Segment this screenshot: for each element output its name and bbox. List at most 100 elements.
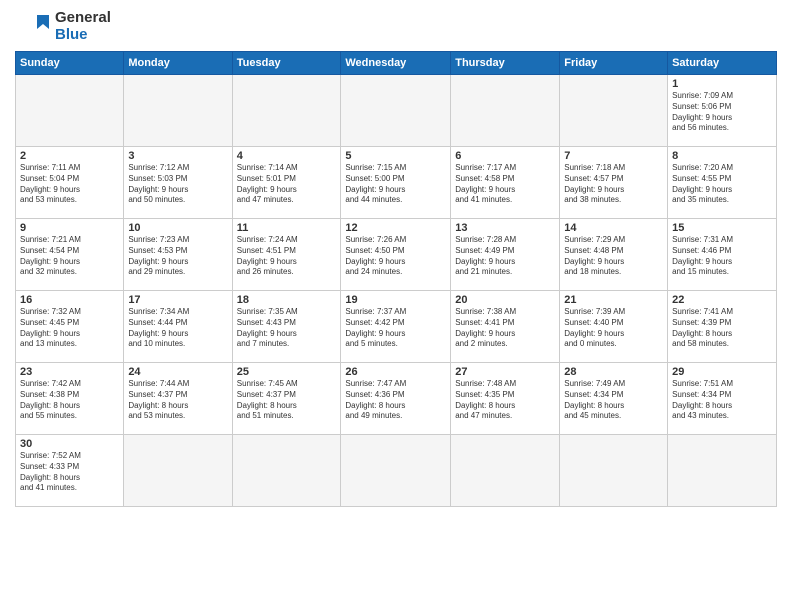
day-number: 27: [455, 366, 555, 378]
day-number: 5: [345, 150, 446, 162]
day-number: 26: [345, 366, 446, 378]
calendar-cell: 3Sunrise: 7:12 AM Sunset: 5:03 PM Daylig…: [124, 147, 232, 219]
day-info: Sunrise: 7:35 AM Sunset: 4:43 PM Dayligh…: [237, 307, 337, 350]
calendar-cell: 8Sunrise: 7:20 AM Sunset: 4:55 PM Daylig…: [668, 147, 777, 219]
calendar-cell: 30Sunrise: 7:52 AM Sunset: 4:33 PM Dayli…: [16, 435, 124, 507]
day-number: 25: [237, 366, 337, 378]
calendar-cell: 2Sunrise: 7:11 AM Sunset: 5:04 PM Daylig…: [16, 147, 124, 219]
day-info: Sunrise: 7:20 AM Sunset: 4:55 PM Dayligh…: [672, 163, 772, 206]
day-number: 19: [345, 294, 446, 306]
day-info: Sunrise: 7:23 AM Sunset: 4:53 PM Dayligh…: [128, 235, 227, 278]
day-info: Sunrise: 7:28 AM Sunset: 4:49 PM Dayligh…: [455, 235, 555, 278]
day-info: Sunrise: 7:21 AM Sunset: 4:54 PM Dayligh…: [20, 235, 119, 278]
day-number: 28: [564, 366, 663, 378]
calendar-cell: 12Sunrise: 7:26 AM Sunset: 4:50 PM Dayli…: [341, 219, 451, 291]
weekday-header-tuesday: Tuesday: [232, 52, 341, 75]
day-info: Sunrise: 7:29 AM Sunset: 4:48 PM Dayligh…: [564, 235, 663, 278]
calendar-cell: 18Sunrise: 7:35 AM Sunset: 4:43 PM Dayli…: [232, 291, 341, 363]
weekday-header-friday: Friday: [560, 52, 668, 75]
calendar-cell: [560, 75, 668, 147]
calendar-cell: 10Sunrise: 7:23 AM Sunset: 4:53 PM Dayli…: [124, 219, 232, 291]
day-info: Sunrise: 7:34 AM Sunset: 4:44 PM Dayligh…: [128, 307, 227, 350]
calendar-header-row: SundayMondayTuesdayWednesdayThursdayFrid…: [16, 52, 777, 75]
calendar-cell: 4Sunrise: 7:14 AM Sunset: 5:01 PM Daylig…: [232, 147, 341, 219]
weekday-header-wednesday: Wednesday: [341, 52, 451, 75]
day-info: Sunrise: 7:38 AM Sunset: 4:41 PM Dayligh…: [455, 307, 555, 350]
calendar-cell: [341, 75, 451, 147]
day-number: 11: [237, 222, 337, 234]
day-number: 6: [455, 150, 555, 162]
calendar-cell: 27Sunrise: 7:48 AM Sunset: 4:35 PM Dayli…: [451, 363, 560, 435]
calendar-cell: 13Sunrise: 7:28 AM Sunset: 4:49 PM Dayli…: [451, 219, 560, 291]
calendar-cell: 20Sunrise: 7:38 AM Sunset: 4:41 PM Dayli…: [451, 291, 560, 363]
day-number: 18: [237, 294, 337, 306]
day-info: Sunrise: 7:39 AM Sunset: 4:40 PM Dayligh…: [564, 307, 663, 350]
day-number: 30: [20, 438, 119, 450]
calendar-cell: 15Sunrise: 7:31 AM Sunset: 4:46 PM Dayli…: [668, 219, 777, 291]
calendar-cell: 6Sunrise: 7:17 AM Sunset: 4:58 PM Daylig…: [451, 147, 560, 219]
calendar-week-row: 30Sunrise: 7:52 AM Sunset: 4:33 PM Dayli…: [16, 435, 777, 507]
calendar-cell: 14Sunrise: 7:29 AM Sunset: 4:48 PM Dayli…: [560, 219, 668, 291]
day-info: Sunrise: 7:14 AM Sunset: 5:01 PM Dayligh…: [237, 163, 337, 206]
day-info: Sunrise: 7:51 AM Sunset: 4:34 PM Dayligh…: [672, 379, 772, 422]
day-number: 15: [672, 222, 772, 234]
day-info: Sunrise: 7:48 AM Sunset: 4:35 PM Dayligh…: [455, 379, 555, 422]
calendar-cell: 29Sunrise: 7:51 AM Sunset: 4:34 PM Dayli…: [668, 363, 777, 435]
calendar-cell: [232, 75, 341, 147]
day-number: 14: [564, 222, 663, 234]
calendar-cell: 26Sunrise: 7:47 AM Sunset: 4:36 PM Dayli…: [341, 363, 451, 435]
calendar: SundayMondayTuesdayWednesdayThursdayFrid…: [15, 51, 777, 507]
calendar-cell: 25Sunrise: 7:45 AM Sunset: 4:37 PM Dayli…: [232, 363, 341, 435]
day-info: Sunrise: 7:47 AM Sunset: 4:36 PM Dayligh…: [345, 379, 446, 422]
logo: General Blue: [15, 10, 111, 43]
day-info: Sunrise: 7:41 AM Sunset: 4:39 PM Dayligh…: [672, 307, 772, 350]
day-info: Sunrise: 7:09 AM Sunset: 5:06 PM Dayligh…: [672, 91, 772, 134]
day-info: Sunrise: 7:26 AM Sunset: 4:50 PM Dayligh…: [345, 235, 446, 278]
calendar-cell: 22Sunrise: 7:41 AM Sunset: 4:39 PM Dayli…: [668, 291, 777, 363]
day-number: 23: [20, 366, 119, 378]
day-number: 8: [672, 150, 772, 162]
day-number: 12: [345, 222, 446, 234]
calendar-cell: 16Sunrise: 7:32 AM Sunset: 4:45 PM Dayli…: [16, 291, 124, 363]
calendar-cell: 28Sunrise: 7:49 AM Sunset: 4:34 PM Dayli…: [560, 363, 668, 435]
calendar-cell: 24Sunrise: 7:44 AM Sunset: 4:37 PM Dayli…: [124, 363, 232, 435]
day-info: Sunrise: 7:17 AM Sunset: 4:58 PM Dayligh…: [455, 163, 555, 206]
calendar-cell: [451, 435, 560, 507]
day-info: Sunrise: 7:52 AM Sunset: 4:33 PM Dayligh…: [20, 451, 119, 494]
logo-text: General Blue: [55, 10, 111, 43]
calendar-week-row: 9Sunrise: 7:21 AM Sunset: 4:54 PM Daylig…: [16, 219, 777, 291]
day-info: Sunrise: 7:15 AM Sunset: 5:00 PM Dayligh…: [345, 163, 446, 206]
day-info: Sunrise: 7:11 AM Sunset: 5:04 PM Dayligh…: [20, 163, 119, 206]
day-number: 1: [672, 78, 772, 90]
day-info: Sunrise: 7:37 AM Sunset: 4:42 PM Dayligh…: [345, 307, 446, 350]
calendar-cell: 19Sunrise: 7:37 AM Sunset: 4:42 PM Dayli…: [341, 291, 451, 363]
calendar-cell: 23Sunrise: 7:42 AM Sunset: 4:38 PM Dayli…: [16, 363, 124, 435]
day-info: Sunrise: 7:18 AM Sunset: 4:57 PM Dayligh…: [564, 163, 663, 206]
day-number: 7: [564, 150, 663, 162]
day-number: 10: [128, 222, 227, 234]
calendar-cell: 17Sunrise: 7:34 AM Sunset: 4:44 PM Dayli…: [124, 291, 232, 363]
calendar-week-row: 2Sunrise: 7:11 AM Sunset: 5:04 PM Daylig…: [16, 147, 777, 219]
weekday-header-monday: Monday: [124, 52, 232, 75]
day-number: 16: [20, 294, 119, 306]
day-info: Sunrise: 7:44 AM Sunset: 4:37 PM Dayligh…: [128, 379, 227, 422]
day-number: 9: [20, 222, 119, 234]
weekday-header-sunday: Sunday: [16, 52, 124, 75]
calendar-cell: [124, 75, 232, 147]
calendar-cell: 7Sunrise: 7:18 AM Sunset: 4:57 PM Daylig…: [560, 147, 668, 219]
logo-icon: [15, 13, 51, 41]
weekday-header-thursday: Thursday: [451, 52, 560, 75]
day-info: Sunrise: 7:12 AM Sunset: 5:03 PM Dayligh…: [128, 163, 227, 206]
day-info: Sunrise: 7:45 AM Sunset: 4:37 PM Dayligh…: [237, 379, 337, 422]
day-info: Sunrise: 7:31 AM Sunset: 4:46 PM Dayligh…: [672, 235, 772, 278]
day-info: Sunrise: 7:32 AM Sunset: 4:45 PM Dayligh…: [20, 307, 119, 350]
calendar-cell: 5Sunrise: 7:15 AM Sunset: 5:00 PM Daylig…: [341, 147, 451, 219]
day-number: 17: [128, 294, 227, 306]
day-info: Sunrise: 7:24 AM Sunset: 4:51 PM Dayligh…: [237, 235, 337, 278]
weekday-header-saturday: Saturday: [668, 52, 777, 75]
day-number: 4: [237, 150, 337, 162]
day-number: 13: [455, 222, 555, 234]
calendar-cell: 11Sunrise: 7:24 AM Sunset: 4:51 PM Dayli…: [232, 219, 341, 291]
calendar-cell: [341, 435, 451, 507]
calendar-cell: [560, 435, 668, 507]
